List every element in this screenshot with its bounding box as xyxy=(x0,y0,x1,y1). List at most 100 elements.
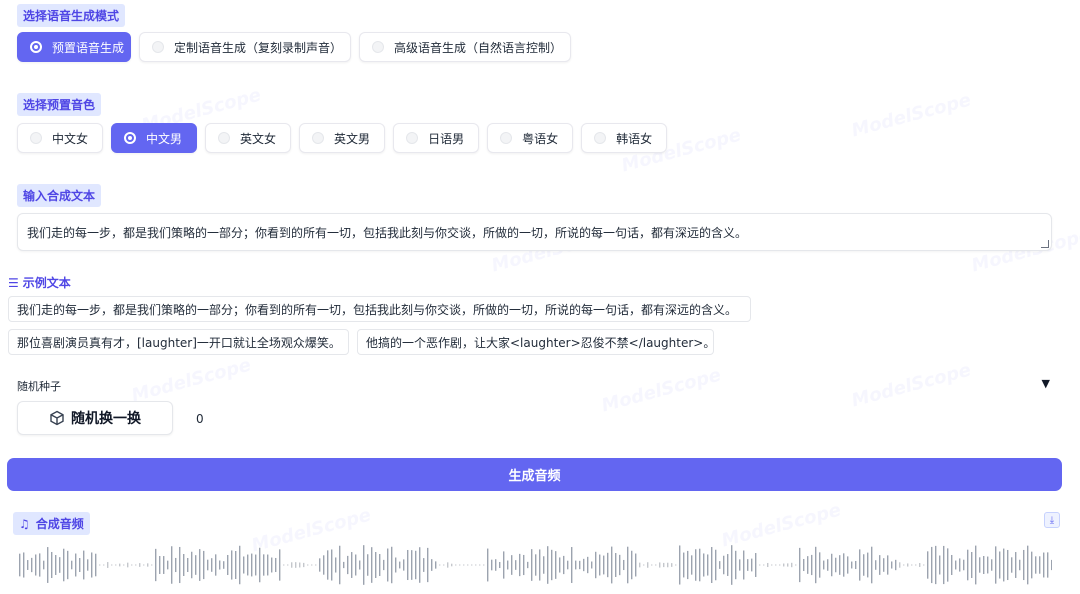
waveform-bar xyxy=(323,555,325,575)
waveform-bar xyxy=(431,559,433,571)
voice-option-korean-female[interactable]: 韩语女 xyxy=(581,123,668,153)
waveform-bar xyxy=(107,562,109,568)
example-text-label: 那位喜剧演员真有才，[laughter]一开口就让全场观众爆笑。 xyxy=(17,335,341,350)
waveform-bar xyxy=(423,558,425,572)
example-text-item[interactable]: 那位喜剧演员真有才，[laughter]一开口就让全场观众爆笑。 xyxy=(8,329,349,355)
example-text-item[interactable]: 我们走的每一步，都是我们策略的一部分；你看到的所有一切，包括我此刻与你交谈，所做… xyxy=(8,296,751,322)
waveform-bar xyxy=(315,564,317,566)
waveform-bar xyxy=(403,559,405,571)
waveform-bar xyxy=(67,550,69,580)
waveform-bar xyxy=(91,552,93,578)
waveform-bar xyxy=(263,554,265,576)
waveform-bar xyxy=(143,564,145,566)
waveform-bar xyxy=(331,549,333,581)
waveform-bar xyxy=(931,546,933,584)
audio-output-label: ♫ 合成音频 xyxy=(13,512,90,535)
waveform-bar xyxy=(939,555,941,575)
voice-option-label: 日语男 xyxy=(428,131,465,146)
examples-label: 示例文本 xyxy=(22,276,71,290)
voice-option-english-male[interactable]: 英文男 xyxy=(299,123,386,153)
mode-option-label: 高级语音生成（自然语言控制） xyxy=(394,40,563,55)
voice-option-chinese-male[interactable]: 中文男 xyxy=(111,123,198,153)
waveform-bar xyxy=(843,553,845,577)
waveform-bar xyxy=(695,549,697,581)
voice-option-cantonese-female[interactable]: 粤语女 xyxy=(487,123,574,153)
voice-option-japanese-male[interactable]: 日语男 xyxy=(393,123,480,153)
waveform-bar xyxy=(1027,545,1029,585)
waveform-bar xyxy=(115,564,117,566)
waveform-bar xyxy=(719,561,721,569)
waveform-bar xyxy=(607,552,609,578)
waveform-bar xyxy=(371,547,373,583)
synthesis-text-input[interactable]: 我们走的每一步，都是我们策略的一部分；你看到的所有一切，包括我此刻与你交谈，所做… xyxy=(17,213,1052,251)
voice-option-label: 中文男 xyxy=(146,131,183,146)
waveform-bar xyxy=(127,562,129,568)
waveform-bar xyxy=(271,557,273,573)
waveform-bar xyxy=(875,560,877,570)
waveform-bar xyxy=(215,554,217,576)
waveform-bar xyxy=(363,545,365,585)
waveform-bar xyxy=(415,550,417,580)
waveform-bar xyxy=(479,564,481,566)
waveform-bar xyxy=(495,559,497,571)
voice-section-label: 选择预置音色 xyxy=(17,93,102,116)
waveform-bar xyxy=(339,545,341,585)
mode-option-advanced[interactable]: 高级语音生成（自然语言控制） xyxy=(359,32,571,62)
waveform-bar xyxy=(1051,559,1052,571)
waveform-bar xyxy=(231,550,233,580)
waveform-bar xyxy=(895,559,897,571)
waveform-bar xyxy=(831,553,833,577)
waveform-bar xyxy=(187,557,189,573)
waveform-bar xyxy=(967,549,969,581)
waveform-bar xyxy=(387,548,389,582)
waveform-bar xyxy=(411,550,413,580)
waveform-bar xyxy=(147,563,149,567)
waveform-bar xyxy=(575,560,577,570)
waveform-bar xyxy=(283,564,285,566)
voice-option-label: 韩语女 xyxy=(616,131,653,146)
waveform-bar xyxy=(671,563,673,567)
random-seed-button[interactable]: 随机换一换 xyxy=(17,401,173,435)
example-text-item[interactable]: 他搞的一个恶作剧，让大家<laughter>忍俊不禁</laughter>。 xyxy=(357,329,715,355)
waveform-bar xyxy=(139,563,141,567)
waveform-bar xyxy=(119,563,121,567)
mode-option-preset[interactable]: 预置语音生成 xyxy=(17,32,131,62)
waveform-bar xyxy=(667,562,669,568)
waveform-bar xyxy=(559,557,561,573)
waveform-bar xyxy=(59,557,61,573)
waveform-bar xyxy=(735,550,737,580)
waveform-bar xyxy=(207,559,209,571)
waveform-bar xyxy=(807,556,809,574)
voice-option-english-female[interactable]: 英文女 xyxy=(205,123,292,153)
waveform-bar xyxy=(915,564,917,566)
waveform-bar xyxy=(983,556,985,574)
audio-waveform[interactable] xyxy=(17,542,1052,588)
generate-audio-button[interactable]: 生成音频 xyxy=(7,458,1062,491)
waveform-bar xyxy=(555,551,557,579)
waveform-bar xyxy=(855,560,857,570)
download-icon[interactable]: ⤓ xyxy=(1044,512,1060,528)
waveform-bar xyxy=(995,546,997,584)
waveform-bar xyxy=(763,564,765,566)
waveform-bar xyxy=(579,560,581,570)
voice-option-chinese-female[interactable]: 中文女 xyxy=(17,123,104,153)
waveform-bar xyxy=(587,556,589,574)
waveform-bar xyxy=(79,558,81,572)
waveform-bar xyxy=(815,546,817,584)
waveform-bar xyxy=(39,553,41,577)
waveform-bar xyxy=(655,564,657,566)
waveform-bar xyxy=(715,549,717,581)
waveform-bar xyxy=(863,554,865,576)
waveform-bar xyxy=(619,554,621,576)
resize-handle-icon[interactable] xyxy=(1041,240,1049,248)
mode-option-custom[interactable]: 定制语音生成（复刻录制声音） xyxy=(139,32,351,62)
collapse-arrow-icon[interactable]: ▼ xyxy=(1042,377,1050,390)
examples-header: ☰ 示例文本 xyxy=(8,274,71,291)
waveform-bar xyxy=(235,551,237,579)
waveform-bar xyxy=(179,546,181,584)
waveform-bar xyxy=(279,549,281,581)
watermark: ModelScope xyxy=(599,364,724,417)
waveform-bar xyxy=(783,563,785,567)
waveform-bar xyxy=(191,551,193,579)
waveform-bar xyxy=(595,551,597,579)
